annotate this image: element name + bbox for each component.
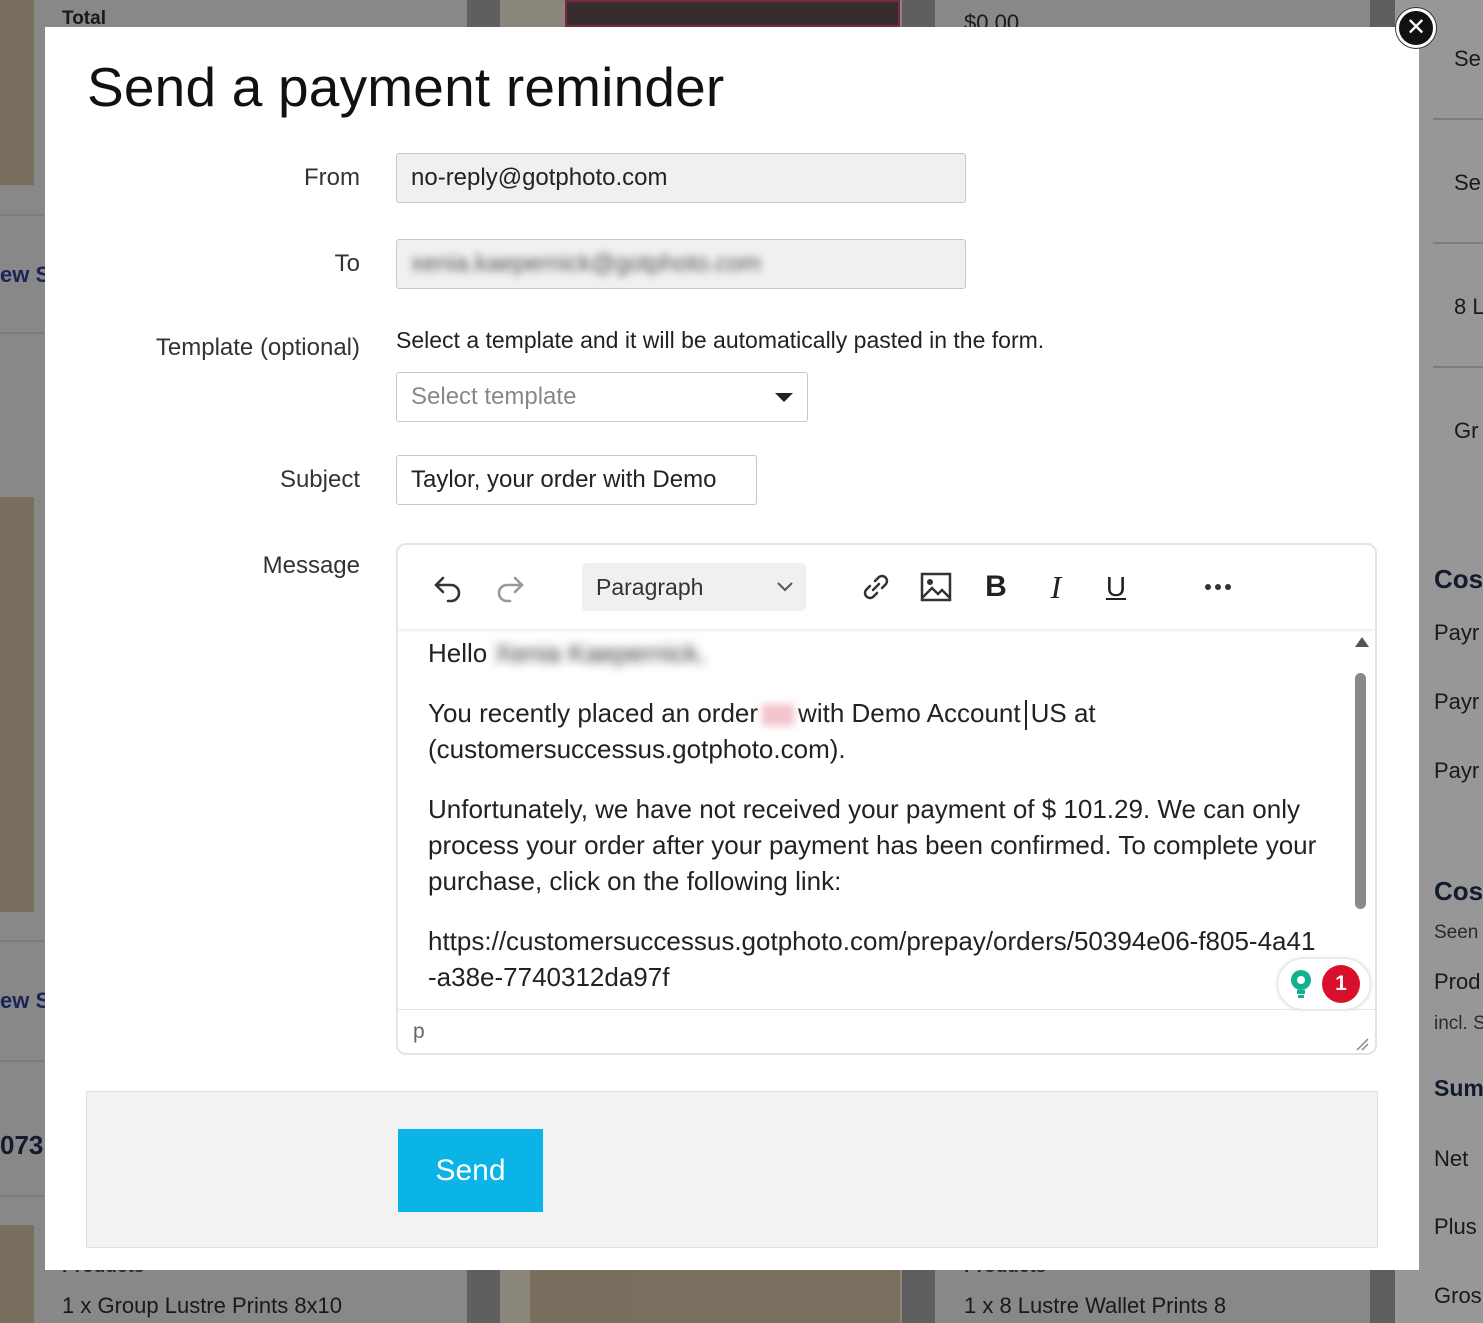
chevron-down-icon — [777, 582, 793, 592]
order-text: You recently placed an order — [428, 698, 759, 728]
to-label: To — [334, 250, 360, 277]
underline-icon: U — [1105, 571, 1127, 602]
link-icon — [863, 574, 889, 600]
block-format-value: Paragraph — [596, 573, 704, 600]
subject-value: Taylor, your order with Demo — [411, 466, 717, 493]
template-placeholder: Select template — [411, 383, 577, 410]
italic-icon: I — [1050, 568, 1062, 605]
scroll-thumb[interactable] — [1355, 673, 1366, 909]
to-field[interactable]: xenia.kaepernick@gotphoto.com — [396, 239, 966, 289]
scroll-up-arrow-icon[interactable] — [1355, 637, 1369, 647]
image-icon — [920, 572, 952, 602]
account-suffix: US at — [1030, 698, 1096, 728]
message-editor[interactable]: Paragraph B I U Hello Xenia Kaepernick, … — [396, 543, 1377, 1055]
payment-link[interactable]: https://customersuccessus.gotphoto.com/p… — [428, 923, 1318, 995]
template-select[interactable]: Select template — [396, 372, 808, 422]
send-button[interactable]: Send — [398, 1129, 543, 1212]
modal-title: Send a payment reminder — [87, 56, 725, 118]
recipient-name: Xenia Kaepernick, — [494, 638, 706, 668]
order-paragraph: You recently placed an order with Demo Ac… — [428, 695, 1318, 767]
issue-count-badge: 1 — [1322, 965, 1360, 1003]
template-label: Template (optional) — [155, 334, 360, 361]
bold-button[interactable]: B — [976, 567, 1016, 607]
modal-footer: Send — [86, 1091, 1378, 1248]
resize-handle-icon[interactable] — [1355, 1037, 1369, 1051]
greeting-paragraph: Hello Xenia Kaepernick, — [428, 635, 1318, 671]
text-cursor — [1024, 700, 1027, 731]
insert-image-button[interactable] — [916, 567, 956, 607]
from-label: From — [304, 164, 360, 191]
from-field[interactable]: no-reply@gotphoto.com — [396, 153, 966, 203]
payment-paragraph: Unfortunately, we have not received your… — [428, 794, 1317, 896]
close-icon: ✕ — [1405, 14, 1427, 41]
more-horizontal-icon — [1205, 584, 1231, 590]
redo-icon — [497, 576, 524, 603]
more-options-button[interactable] — [1198, 567, 1238, 607]
underline-button[interactable]: U — [1096, 567, 1136, 607]
to-value: xenia.kaepernick@gotphoto.com — [411, 250, 761, 277]
undo-icon — [434, 576, 461, 603]
dropdown-caret-icon — [775, 392, 793, 402]
block-format-select[interactable]: Paragraph — [582, 563, 806, 611]
editor-toolbar: Paragraph B I U — [398, 545, 1375, 629]
from-value: no-reply@gotphoto.com — [411, 164, 668, 191]
element-path[interactable]: p — [413, 1020, 425, 1043]
shop-domain: (customersuccessus.gotphoto.com). — [428, 734, 846, 764]
editor-content[interactable]: Hello Xenia Kaepernick, You recently pla… — [398, 629, 1348, 1009]
account-text: with Demo Account — [798, 698, 1021, 728]
template-hint: Select a template and it will be automat… — [396, 327, 1045, 353]
editor-scrollbar[interactable] — [1352, 635, 1370, 1007]
payment-reminder-modal: Send a payment reminder From no-reply@go… — [45, 27, 1419, 1270]
bold-icon: B — [985, 570, 1007, 603]
editor-statusbar: p — [398, 1009, 1375, 1053]
close-modal-button[interactable]: ✕ — [1396, 8, 1436, 48]
lightbulb-icon — [1288, 968, 1314, 1000]
insert-link-button[interactable] — [856, 567, 896, 607]
subject-label: Subject — [279, 466, 360, 493]
greeting-text: Hello — [428, 638, 488, 668]
message-label: Message — [262, 552, 360, 579]
redo-button[interactable] — [490, 567, 530, 607]
grammar-assistant-widget[interactable]: 1 — [1278, 959, 1370, 1009]
italic-button[interactable]: I — [1036, 567, 1076, 607]
subject-field[interactable]: Taylor, your order with Demo — [396, 455, 757, 505]
redacted-order-id — [762, 704, 795, 727]
undo-button[interactable] — [428, 567, 468, 607]
